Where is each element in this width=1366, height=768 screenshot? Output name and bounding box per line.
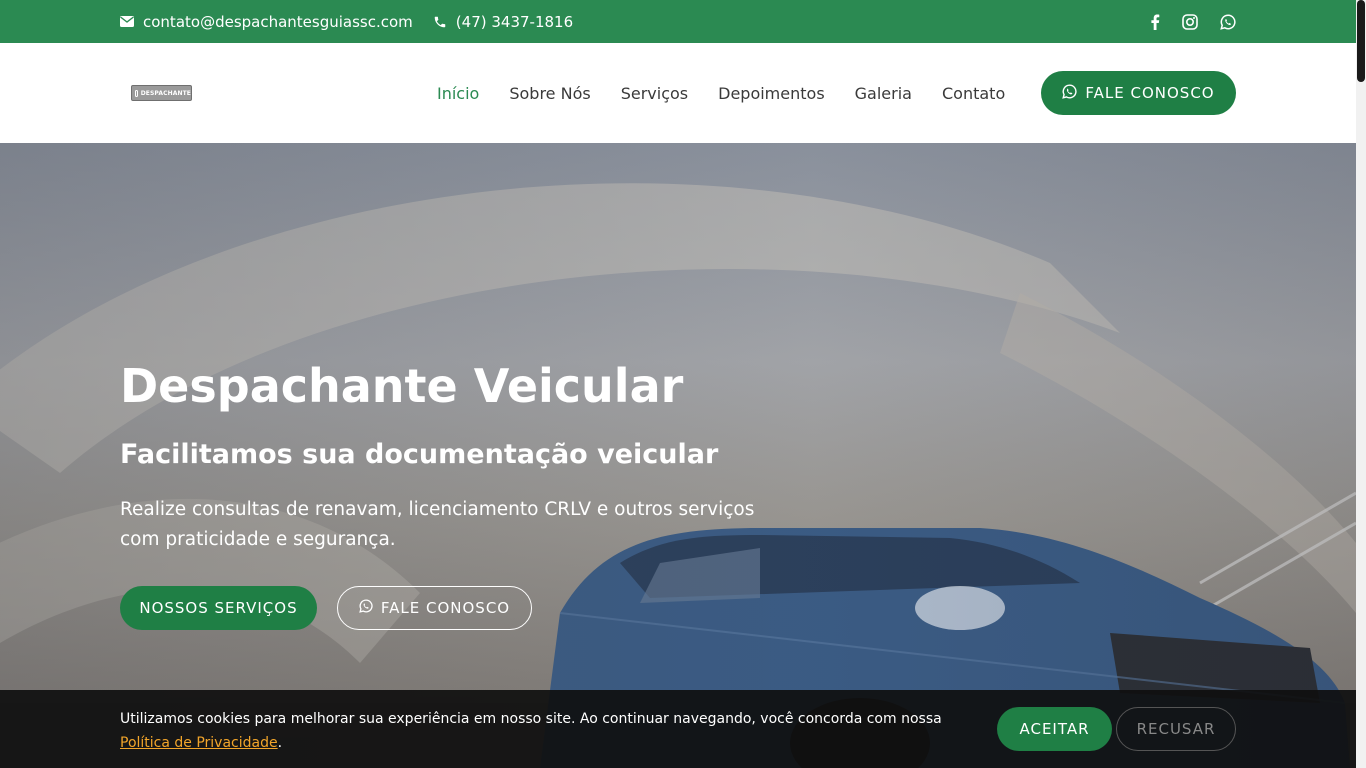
- car-icon: [135, 89, 138, 97]
- facebook-icon[interactable]: [1150, 14, 1160, 30]
- nav-item-inicio[interactable]: Início: [437, 84, 479, 103]
- privacy-policy-link[interactable]: Política de Privacidade: [120, 735, 278, 751]
- envelope-icon: [120, 16, 134, 27]
- scrollbar-thumb[interactable]: [1357, 0, 1365, 82]
- cookie-banner: Utilizamos cookies para melhorar sua exp…: [0, 690, 1356, 768]
- cookie-text: Utilizamos cookies para melhorar sua exp…: [120, 711, 942, 727]
- hero-subtitle: Facilitamos sua documentação veicular: [120, 439, 719, 470]
- accept-cookies-button[interactable]: ACEITAR: [997, 707, 1112, 751]
- email-link[interactable]: contato@despachantesguiassc.com: [120, 13, 413, 31]
- phone-text: (47) 3437-1816: [455, 12, 574, 31]
- site-logo[interactable]: DESPACHANTE: [131, 85, 192, 101]
- whatsapp-icon: [1062, 84, 1077, 103]
- fale-conosco-header-button[interactable]: FALE CONOSCO: [1041, 71, 1236, 115]
- whatsapp-icon[interactable]: [1220, 14, 1236, 30]
- phone-link[interactable]: (47) 3437-1816: [433, 13, 573, 31]
- top-bar: contato@despachantesguiassc.com (47) 343…: [0, 0, 1356, 43]
- nossos-servicos-button[interactable]: NOSSOS SERVIÇOS: [120, 586, 317, 630]
- logo-text: DESPACHANTE: [140, 89, 191, 97]
- main-nav: Início Sobre Nós Serviços Depoimentos Ga…: [437, 43, 1005, 143]
- whatsapp-icon: [359, 599, 373, 617]
- nav-item-contato[interactable]: Contato: [942, 84, 1005, 103]
- accept-label: ACEITAR: [1019, 720, 1090, 738]
- phone-icon: [433, 15, 447, 29]
- nav-item-sobre-nos[interactable]: Sobre Nós: [509, 84, 590, 103]
- nav-item-servicos[interactable]: Serviços: [621, 84, 688, 103]
- email-text: contato@despachantesguiassc.com: [143, 12, 413, 31]
- instagram-icon[interactable]: [1182, 13, 1198, 30]
- contact-info: contato@despachantesguiassc.com (47) 343…: [120, 0, 573, 43]
- hero-section: Despachante Veicular Facilitamos sua doc…: [0, 143, 1356, 768]
- cookie-suffix: .: [277, 735, 283, 751]
- nav-item-galeria[interactable]: Galeria: [855, 84, 912, 103]
- page-scrollbar[interactable]: [1356, 0, 1366, 768]
- refuse-label: RECUSAR: [1136, 720, 1216, 738]
- hero-title: Despachante Veicular: [120, 359, 684, 413]
- cta-label: FALE CONOSCO: [1085, 84, 1215, 102]
- cookie-message: Utilizamos cookies para melhorar sua exp…: [120, 707, 960, 755]
- fale-conosco-hero-label: FALE CONOSCO: [380, 599, 511, 617]
- nossos-servicos-label: NOSSOS SERVIÇOS: [139, 599, 298, 617]
- fale-conosco-hero-button[interactable]: FALE CONOSCO: [337, 586, 532, 630]
- social-links: [1150, 0, 1236, 43]
- refuse-cookies-button[interactable]: RECUSAR: [1116, 707, 1236, 751]
- nav-item-depoimentos[interactable]: Depoimentos: [718, 84, 825, 103]
- hero-description: Realize consultas de renavam, licenciame…: [120, 499, 755, 550]
- main-header: DESPACHANTE Início Sobre Nós Serviços De…: [0, 43, 1356, 143]
